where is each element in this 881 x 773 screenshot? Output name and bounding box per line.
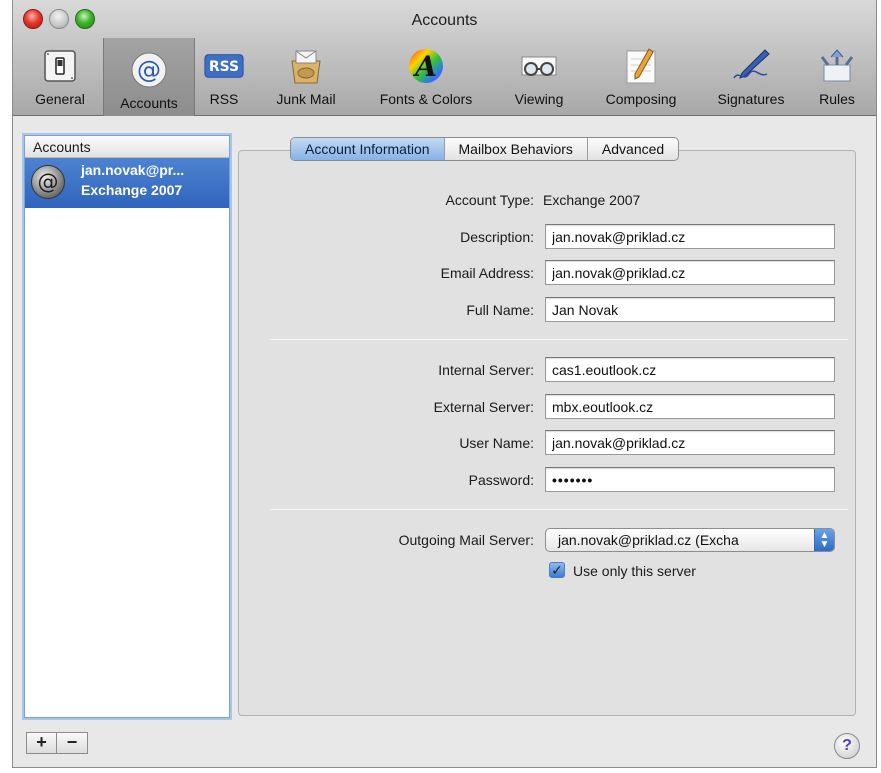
toolbar-general[interactable]: General — [21, 40, 99, 112]
help-button[interactable]: ? — [834, 733, 860, 759]
toolbar-viewing[interactable]: Viewing — [503, 40, 575, 112]
composing-pencil-icon — [621, 47, 661, 85]
internal-server-label: Internal Server: — [438, 362, 534, 378]
tab-account-information[interactable]: Account Information — [291, 138, 445, 160]
internal-server-field[interactable] — [545, 357, 835, 382]
account-name: jan.novak@pr... — [81, 162, 185, 178]
full-name-label: Full Name: — [466, 302, 534, 318]
add-account-button[interactable]: + — [26, 732, 57, 754]
junk-mail-icon — [286, 47, 326, 85]
window-title: Accounts — [411, 12, 478, 29]
email-address-field[interactable] — [545, 260, 835, 285]
password-label: Password: — [468, 472, 534, 488]
account-tabs: Account Information Mailbox Behaviors Ad… — [290, 137, 680, 161]
at-sign-icon: @ — [129, 51, 169, 89]
tab-advanced[interactable]: Advanced — [588, 138, 678, 160]
account-type: Exchange 2007 — [81, 182, 183, 198]
external-server-field[interactable] — [545, 394, 835, 419]
account-type-label: Account Type: — [445, 192, 534, 208]
svg-text:@: @ — [137, 56, 161, 84]
description-label: Description: — [460, 229, 534, 245]
accounts-list-header: Accounts — [25, 136, 229, 158]
outgoing-mail-server-value: jan.novak@priklad.cz (Excha — [558, 532, 739, 548]
rss-icon: RSS — [204, 47, 244, 85]
signature-pen-icon — [731, 47, 771, 85]
toolbar-composing[interactable]: Composing — [589, 40, 693, 112]
outgoing-mail-server-label: Outgoing Mail Server: — [398, 532, 534, 548]
general-switch-icon — [40, 47, 80, 85]
use-only-this-server-checkbox[interactable]: ✓ — [549, 562, 565, 578]
toolbar-rules[interactable]: Rules — [809, 40, 865, 112]
toolbar-fonts-colors[interactable]: A Fonts & Colors — [363, 40, 489, 112]
svg-text:A: A — [412, 50, 437, 83]
outgoing-mail-server-select[interactable]: jan.novak@priklad.cz (Excha ▲ ▼ — [545, 528, 835, 552]
account-row-selected[interactable]: @ jan.novak@pr... Exchange 2007 — [25, 158, 229, 208]
full-name-field[interactable] — [545, 297, 835, 322]
user-name-label: User Name: — [459, 435, 534, 451]
updown-arrows-icon: ▲ ▼ — [814, 529, 834, 551]
rules-arrows-icon — [817, 47, 857, 85]
add-remove-buttons: + − — [26, 732, 88, 754]
fonts-colors-icon: A — [406, 47, 446, 85]
toolbar-signatures[interactable]: Signatures — [703, 40, 799, 112]
external-server-label: External Server: — [433, 399, 534, 415]
svg-text:RSS: RSS — [209, 59, 239, 75]
section-divider — [270, 509, 848, 510]
toolbar-accounts[interactable]: @ Accounts — [103, 38, 195, 116]
at-sign-icon: @ — [31, 165, 65, 199]
remove-account-button[interactable]: − — [57, 732, 88, 754]
user-name-field[interactable] — [545, 430, 835, 455]
email-address-label: Email Address: — [440, 265, 534, 281]
use-only-this-server-label: Use only this server — [573, 563, 696, 579]
account-type-value: Exchange 2007 — [543, 192, 641, 208]
password-field[interactable] — [545, 467, 835, 492]
toolbar-rss[interactable]: RSS RSS — [199, 40, 249, 112]
description-field[interactable] — [545, 224, 835, 249]
tab-mailbox-behaviors[interactable]: Mailbox Behaviors — [445, 138, 588, 160]
accounts-list[interactable]: Accounts @ jan.novak@pr... Exchange 2007 — [24, 135, 230, 718]
section-divider — [270, 339, 848, 340]
toolbar: Accounts General @ Accounts RSS RSS Junk… — [13, 0, 876, 116]
viewing-glasses-icon — [519, 47, 559, 85]
toolbar-junk-mail[interactable]: Junk Mail — [265, 40, 347, 112]
